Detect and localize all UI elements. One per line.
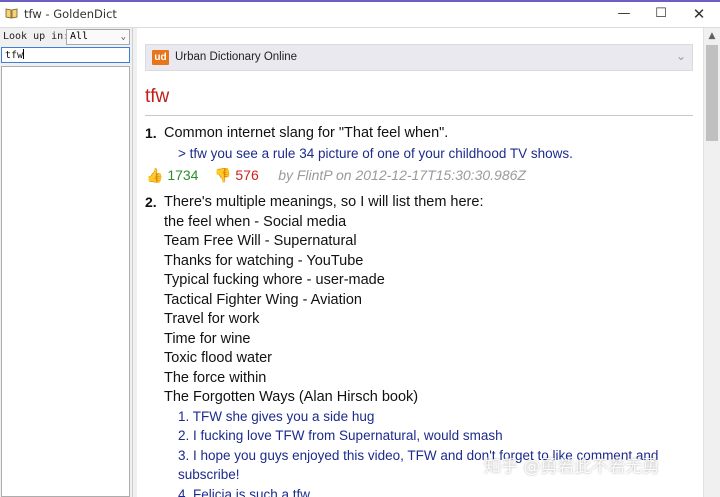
definition-example[interactable]: > tfw you see a rule 34 picture of one o… [178,146,573,161]
headword: tfw [145,86,170,107]
window-title: tfw - GoldenDict [24,7,117,21]
text-caret [23,49,25,59]
close-button[interactable]: ✕ [681,0,717,28]
word-list[interactable] [1,66,130,497]
definition-example[interactable]: 1. TFW she gives you a side hug [178,409,374,424]
scrollbar-thumb[interactable] [706,45,718,141]
definition-line: Travel for work [164,311,260,327]
dictionary-header[interactable]: ud Urban Dictionary Online ⌄ [145,44,693,71]
definition-line: Typical fucking whore - user-made [164,272,385,288]
minimize-button[interactable]: — [606,0,642,28]
chevron-down-icon: ⌄ [120,32,126,42]
definition-line: Toxic flood water [164,350,272,366]
definition-number: 1. [145,125,157,141]
definition-number: 2. [145,194,157,210]
maximize-button[interactable]: ☐ [643,0,679,28]
article-view: ud Urban Dictionary Online ⌄ tfw 1. Comm… [137,28,703,497]
divider [145,115,693,116]
definition-example[interactable]: 2. I fucking love TFW from Supernatural,… [178,428,503,443]
definition-line: Team Free Will - Supernatural [164,233,357,249]
vertical-scrollbar[interactable]: ▲ [703,28,720,497]
dictionary-name: Urban Dictionary Online [175,51,298,63]
definition-line: There's multiple meanings, so I will lis… [164,194,484,210]
lookup-label: Look up in: [3,31,70,42]
downvote-count: 576 [235,167,259,183]
definition-example[interactable]: subscribe! [178,467,240,482]
definition-line: Tactical Fighter Wing - Aviation [164,292,362,308]
vote-row: 👍 1734 👎 576 by FlintP on 2012-12-17T15:… [146,167,526,185]
book-icon [5,8,18,19]
search-input-value: tfw [5,50,24,61]
title-bar: tfw - GoldenDict — ☐ ✕ [0,0,720,28]
collapse-icon[interactable]: ⌄ [676,49,686,63]
dictionary-group-value: All [70,31,89,42]
urban-dictionary-icon: ud [152,50,169,65]
definition-line: Time for wine [164,331,251,347]
scroll-up-arrow-icon[interactable]: ▲ [704,30,720,42]
upvote-count: 1734 [167,167,199,183]
definition-text: Common internet slang for "That feel whe… [164,125,449,141]
definition-example[interactable]: 4. Felicia is such a tfw [178,487,310,497]
search-input[interactable]: tfw [1,47,130,63]
search-pane: Look up in: All ⌄ tfw [0,28,133,497]
author-line: by FlintP on 2012-12-17T15:30:30.986Z [278,167,526,183]
thumbs-up-icon[interactable]: 👍 [146,167,163,183]
thumbs-down-icon[interactable]: 👎 [214,167,231,183]
watermark: 知乎 @勇若此不若无勇 [484,457,660,477]
definition-line: Thanks for watching - YouTube [164,253,364,269]
definition-line: the feel when - Social media [164,214,347,230]
definition-line: The force within [164,370,267,386]
definition-line: The Forgotten Ways (Alan Hirsch book) [164,389,419,405]
dictionary-group-select[interactable]: All ⌄ [66,29,130,45]
